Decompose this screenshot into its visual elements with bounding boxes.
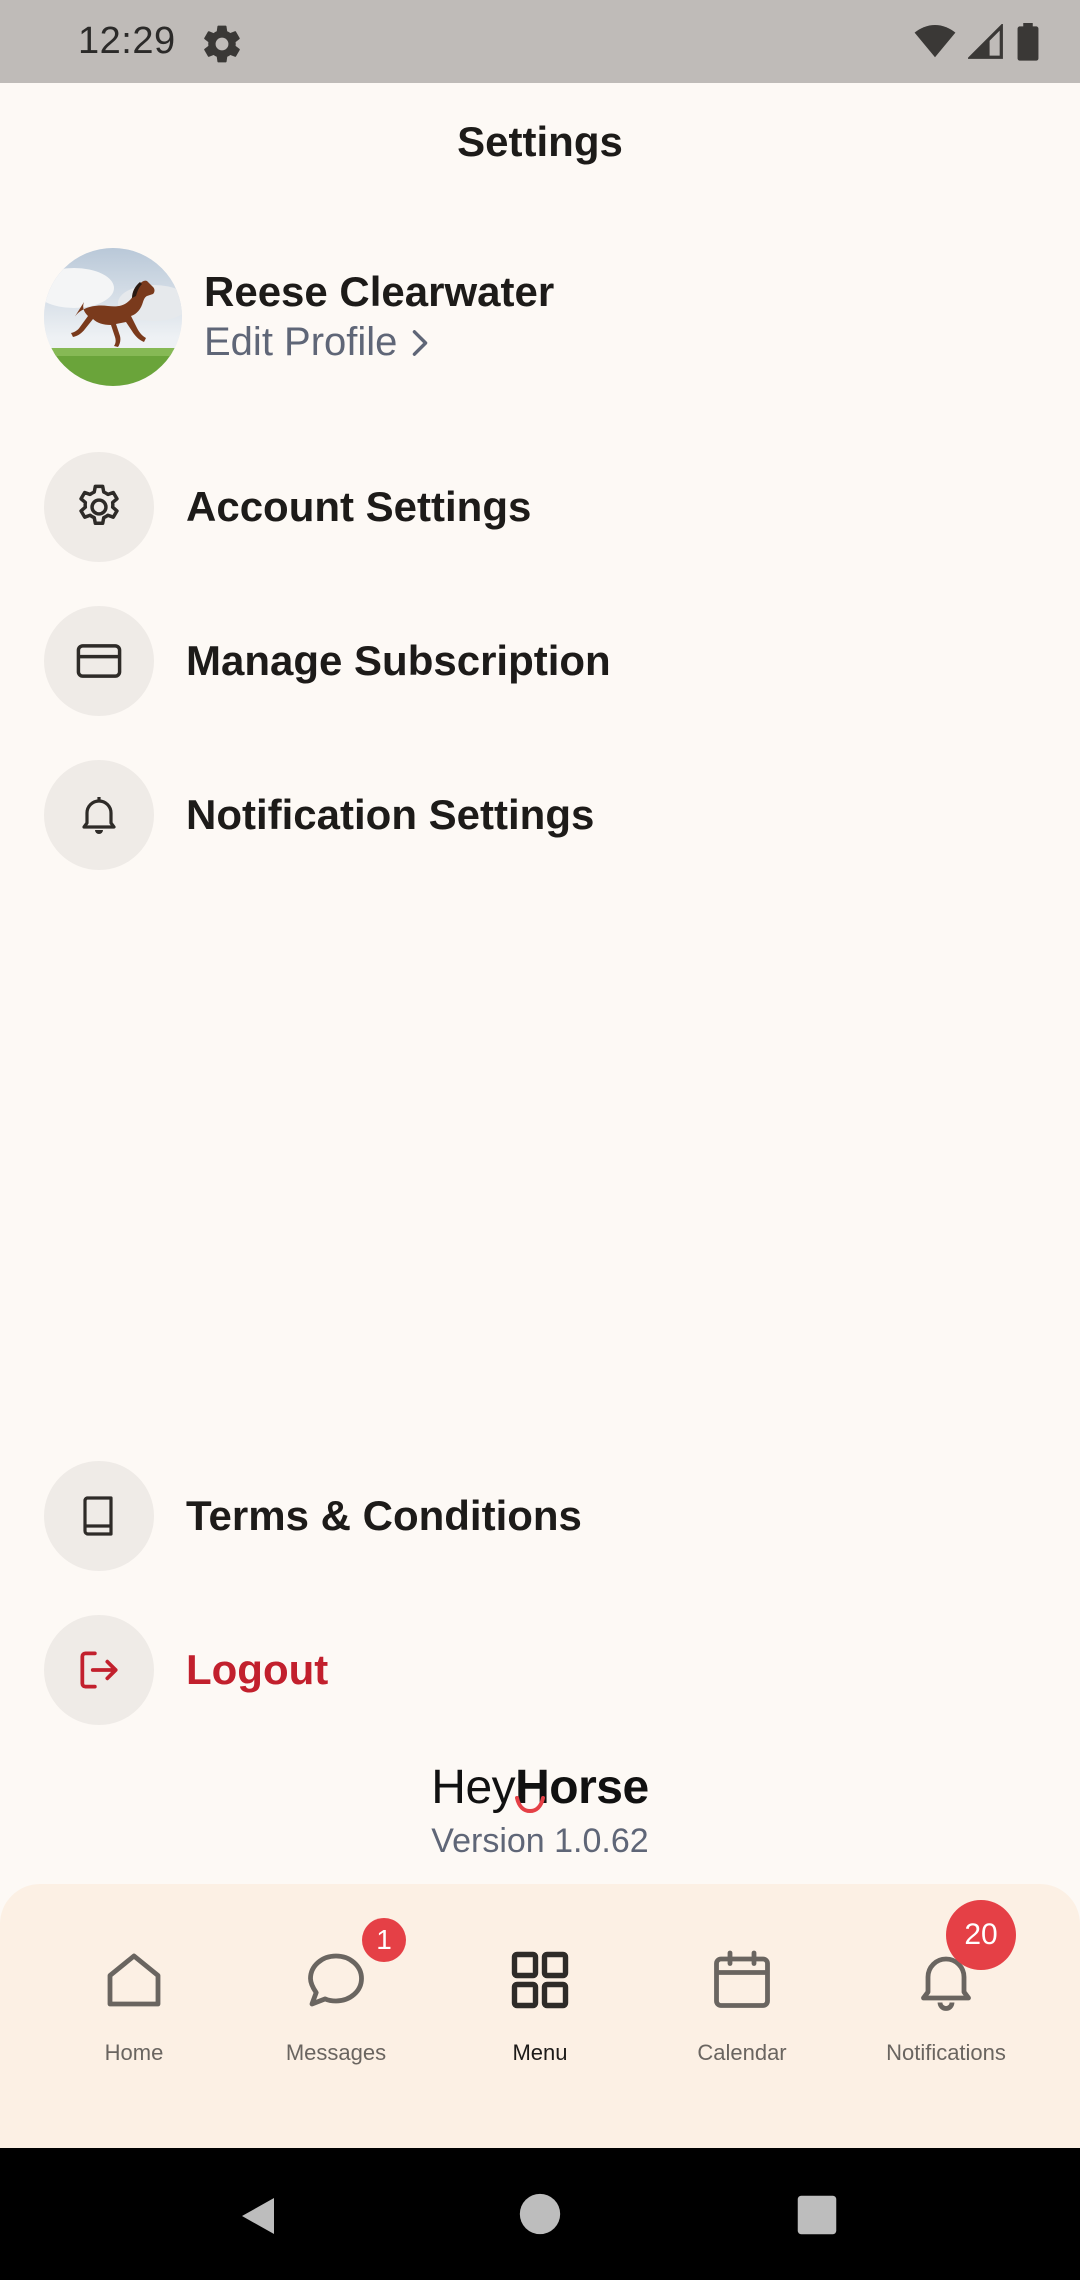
cell-signal-icon <box>968 24 1003 59</box>
system-navigation-bar <box>0 2148 1080 2280</box>
menu-item-account-settings[interactable]: Account Settings <box>44 452 1036 562</box>
gear-icon <box>79 484 119 525</box>
nav-label: Home <box>104 2040 164 2065</box>
chat-bubble-icon <box>308 1953 364 2007</box>
wifi-icon <box>914 25 956 58</box>
messages-badge: 1 <box>362 1918 406 1962</box>
app-version: Version 1.0.62 <box>431 1822 649 1860</box>
status-time: 12:29 <box>78 20 176 62</box>
menu-item-notification-settings[interactable]: Notification Settings <box>44 760 1036 870</box>
edit-profile-link[interactable]: Edit Profile <box>204 320 429 365</box>
menu-item-label: Notification Settings <box>186 791 595 838</box>
battery-icon <box>1017 23 1039 61</box>
grid-icon <box>511 1951 569 2009</box>
nav-notifications[interactable]: 20 Notifications <box>846 1900 1046 2094</box>
bottom-navigation: Home 1 Messages Menu Calendar 20 Notific… <box>0 1884 1080 2148</box>
home-icon <box>107 1953 161 2007</box>
nav-home[interactable]: Home <box>34 1944 234 2094</box>
status-indicators <box>914 22 1040 62</box>
horse-photo-avatar <box>44 248 182 386</box>
status-bar: 12:29 <box>0 0 1080 83</box>
edit-profile-label: Edit Profile <box>204 320 398 364</box>
logout-label: Logout <box>186 1646 329 1693</box>
page-title: Settings <box>457 118 623 165</box>
calendar-icon <box>714 1950 770 2008</box>
credit-card-icon <box>76 644 122 678</box>
notifications-badge: 20 <box>946 1900 1016 1970</box>
menu-item-terms-conditions[interactable]: Terms & Conditions <box>44 1461 1036 1571</box>
nav-label: Messages <box>285 2040 387 2065</box>
menu-item-label: Account Settings <box>186 483 532 530</box>
menu-icon-circle <box>44 760 154 870</box>
logo-hey-text: Hey <box>431 1761 516 1814</box>
nav-calendar[interactable]: Calendar <box>642 1944 842 2094</box>
nav-label: Notifications <box>886 2040 1006 2065</box>
settings-gear-status-icon <box>204 25 240 63</box>
menu-item-label: Terms & Conditions <box>186 1492 582 1539</box>
menu-icon-circle <box>44 606 154 716</box>
back-button-icon[interactable] <box>234 2192 282 2240</box>
settings-screen: 12:29 Settings Reese Clearwater Edit Pro… <box>0 0 1080 2280</box>
profile-name: Reese Clearwater <box>204 268 555 315</box>
menu-item-manage-subscription[interactable]: Manage Subscription <box>44 606 1036 716</box>
menu-icon-circle <box>44 1615 154 1725</box>
menu-icon-circle <box>44 1461 154 1571</box>
logout-icon <box>80 1651 118 1689</box>
recents-button-icon[interactable] <box>796 2194 838 2236</box>
chevron-right-icon <box>413 329 428 356</box>
profile-card[interactable]: Reese Clearwater Edit Profile <box>44 248 744 388</box>
bell-icon <box>82 797 116 834</box>
logo-smile-mark <box>515 1796 545 1814</box>
nav-messages[interactable]: 1 Messages <box>236 1918 436 2094</box>
menu-item-label: Manage Subscription <box>186 637 611 684</box>
nav-label: Calendar <box>697 2040 787 2065</box>
logout-button[interactable]: Logout <box>44 1615 1036 1725</box>
book-icon <box>83 1496 113 1536</box>
nav-menu[interactable]: Menu <box>440 1944 640 2094</box>
avatar[interactable] <box>44 248 182 386</box>
menu-icon-circle <box>44 452 154 562</box>
home-button-icon[interactable] <box>518 2192 562 2236</box>
nav-label: Menu <box>512 2040 568 2065</box>
